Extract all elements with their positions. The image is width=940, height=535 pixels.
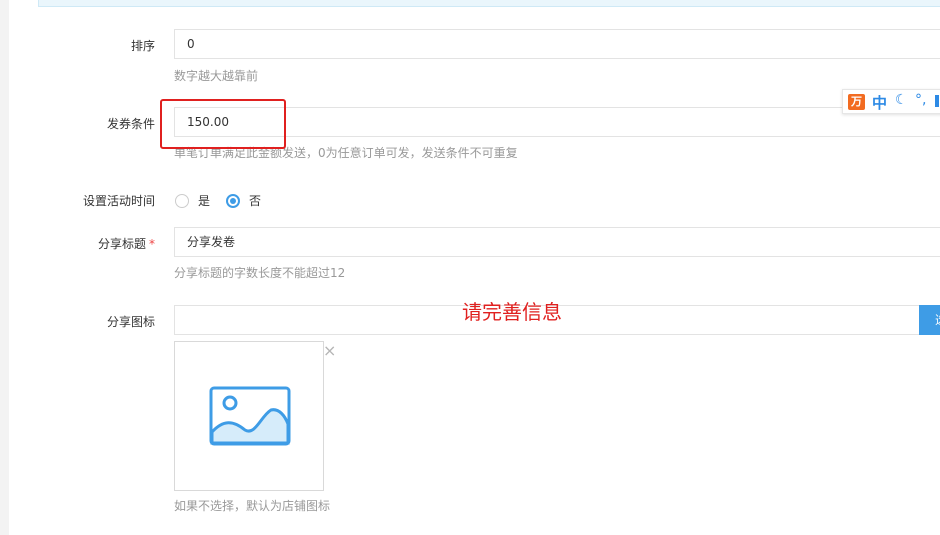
share-title-help: 分享标题的字数长度不能超过12 [174,266,346,280]
menu-icon[interactable] [935,95,939,107]
image-placeholder-icon [209,386,291,446]
ime-logo-icon[interactable]: 万 [848,94,865,110]
radio-no-label[interactable]: 否 [249,192,261,209]
annotation-highlight-box [160,99,286,149]
remove-image-icon[interactable]: × [323,343,336,359]
condition-label: 发券条件 [106,117,155,131]
share-icon-help: 如果不选择，默认为店铺图标 [174,499,331,513]
activity-time-label: 设置活动时间 [82,194,155,208]
radio-no[interactable] [226,194,240,208]
moon-icon[interactable]: ☾ [895,92,908,108]
sort-input[interactable]: 0 [174,29,940,59]
share-title-label: 分享标题 * [0,235,155,252]
ime-chinese-mode[interactable]: 中 [872,92,887,113]
share-icon-label: 分享图标 [106,315,155,329]
punctuation-icon[interactable]: °, [915,92,926,108]
sort-help: 数字越大越靠前 [174,69,259,83]
image-preview[interactable] [174,341,324,491]
share-title-input[interactable]: 分享发卷 [174,227,940,257]
radio-yes[interactable] [175,194,189,208]
left-scroll-strip [0,0,9,535]
ime-toolbar[interactable]: 万 中 ☾ °, [842,89,940,114]
required-mark: * [149,237,155,251]
validation-message: 请完善信息 [462,300,562,324]
condition-input[interactable]: 150.00 [174,107,940,137]
select-image-button[interactable]: 选 [919,305,940,335]
share-title-label-text: 分享标题 [97,237,146,251]
radio-yes-label[interactable]: 是 [198,192,210,209]
top-info-banner [38,0,940,7]
sort-label: 排序 [130,39,155,53]
